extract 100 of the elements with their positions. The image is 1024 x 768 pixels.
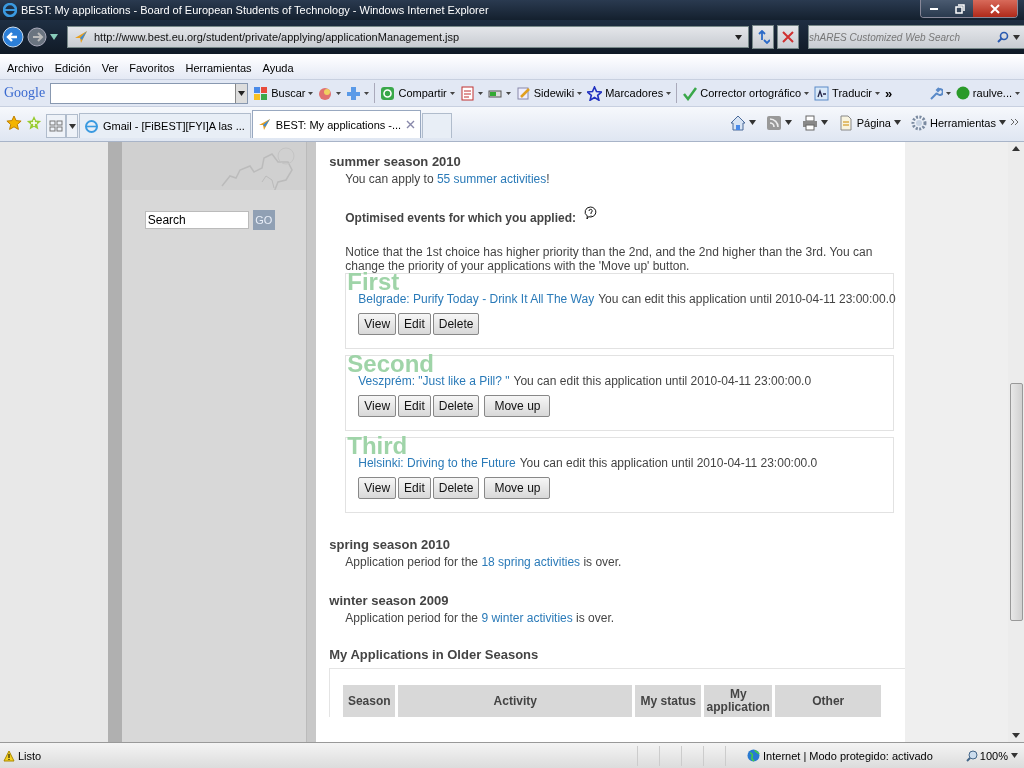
season-heading: summer season 2010: [329, 154, 462, 169]
refresh-icon: [756, 30, 770, 44]
grid-icon: [49, 120, 63, 132]
menu-item[interactable]: Favoritos: [129, 62, 175, 74]
event-link[interactable]: Belgrade: Purify Today - Drink It All The Way: [358, 292, 595, 306]
forward-button-icon[interactable]: [27, 27, 47, 47]
document-icon: [459, 85, 475, 101]
section-heading: Optimised events for which you applied:: [345, 211, 576, 225]
browser-logo-icon: [3, 3, 17, 17]
menu-item[interactable]: Herramientas: [185, 62, 252, 74]
action-button[interactable]: Move up: [484, 395, 551, 417]
caret-icon: [68, 123, 76, 129]
caret-icon[interactable]: [50, 34, 58, 40]
toolbar-button[interactable]: Página: [837, 114, 901, 131]
close-icon[interactable]: [406, 120, 416, 129]
search-field[interactable]: [50, 82, 249, 104]
close-button[interactable]: [973, 0, 1017, 17]
favorites-star-icon[interactable]: [6, 114, 22, 131]
event-link[interactable]: Helsinki: Driving to the Future: [358, 456, 516, 470]
feed-icon: [765, 114, 782, 131]
action-button[interactable]: Delete: [432, 477, 480, 499]
action-button[interactable]: View: [358, 477, 397, 499]
action-button[interactable]: Move up: [484, 477, 551, 499]
tab-list-button[interactable]: [66, 114, 78, 138]
search-field[interactable]: shARES Customized Web Search: [808, 25, 1024, 49]
status-dot-icon: [955, 86, 970, 100]
menu-item[interactable]: Ver: [101, 62, 119, 74]
activities-link[interactable]: 9 winter activities: [481, 611, 573, 625]
column-header: My status: [635, 685, 702, 717]
restore-button[interactable]: [947, 0, 973, 17]
scroll-thumb[interactable]: [1010, 383, 1023, 621]
action-button[interactable]: Edit: [398, 395, 431, 417]
action-button[interactable]: View: [358, 395, 397, 417]
toolbar-button[interactable]: Marcadores: [587, 85, 672, 101]
action-button[interactable]: Delete: [432, 313, 480, 335]
event-link[interactable]: Veszprém: "Just like a Pill? ": [358, 374, 510, 388]
toolbar-button[interactable]: Herramientas: [910, 114, 1006, 131]
toolbar-button[interactable]: Compartir: [380, 85, 455, 101]
browser-tab[interactable]: BEST: My applications -...: [251, 110, 422, 138]
search-icon: [253, 85, 269, 101]
printer-icon: [801, 114, 818, 131]
column-header: Season: [343, 685, 396, 717]
edit-note: You can edit this application until 2010-04-11 23:00:00.0: [598, 292, 896, 306]
checkmark-icon: [682, 85, 698, 101]
zoom-icon: [965, 749, 978, 762]
caret-icon[interactable]: [735, 34, 742, 40]
caret-icon[interactable]: [1011, 753, 1018, 758]
season-text: Application period for the 9 winter activities is over.: [344, 611, 616, 625]
page-icon: [837, 114, 854, 131]
menu-item[interactable]: Archivo: [7, 62, 44, 74]
star-icon: [587, 85, 603, 101]
toolbar-button[interactable]: Buscar: [253, 85, 314, 101]
season-heading: spring season 2010: [329, 537, 451, 552]
translate-icon: [814, 85, 830, 101]
zoom-button[interactable]: 100%: [965, 749, 1008, 762]
action-button[interactable]: Delete: [432, 395, 480, 417]
refresh-button[interactable]: [752, 25, 774, 49]
help-bubble-icon[interactable]: [584, 206, 597, 220]
site-icon: [257, 118, 271, 131]
back-button-icon[interactable]: [2, 26, 24, 48]
close-icon: [782, 31, 794, 43]
stop-button[interactable]: [777, 25, 799, 49]
share-icon: [380, 85, 396, 101]
season-text: You can apply to 55 summer activities!: [344, 172, 551, 186]
toolbar-icon-button[interactable]: [765, 114, 792, 131]
action-button[interactable]: Edit: [398, 313, 431, 335]
priority-label: First: [347, 274, 400, 290]
close-icon: [990, 3, 1000, 14]
minimize-button[interactable]: [921, 0, 947, 17]
browser-tab[interactable]: Gmail - [FiBEST][FYI]A las ...: [79, 113, 251, 138]
pencil-icon: [515, 85, 531, 101]
status-text: Listo: [18, 749, 42, 762]
caret-icon[interactable]: [238, 90, 246, 96]
globe-icon: [747, 749, 761, 762]
address-field[interactable]: http://www.best.eu.org/student/private/applying/applicationManagement.jsp: [67, 26, 749, 48]
action-button[interactable]: Edit: [398, 477, 431, 499]
activities-link[interactable]: 18 spring activities: [481, 555, 581, 569]
toolbar-icon-button[interactable]: [801, 114, 828, 131]
window-title: BEST: My applications - Board of European Students of Technology - Windows Internet Explorer: [21, 4, 490, 16]
browser-logo-icon: [85, 119, 98, 133]
more-button[interactable]: »: [885, 85, 893, 101]
gear-icon: [910, 114, 927, 131]
search-field[interactable]: Search: [144, 211, 249, 229]
edit-note: You can edit this application until 2010-04-11 23:00:00.0: [513, 374, 812, 388]
toolbar-button[interactable]: Corrector ortográfico: [682, 85, 810, 101]
action-button[interactable]: View: [358, 313, 397, 335]
scroll-up-icon: [1012, 146, 1021, 151]
priority-label: Second: [347, 356, 434, 372]
home-icon: [729, 114, 746, 131]
toolbar-button[interactable]: Traducir: [814, 85, 880, 101]
toolbar-icon-button[interactable]: [729, 114, 756, 131]
minimize-icon: [930, 7, 938, 10]
menu-item[interactable]: Edición: [54, 62, 91, 74]
column-header: Other: [775, 685, 882, 717]
account-button[interactable]: raulve...: [955, 86, 1020, 100]
season-text: Application period for the 18 spring activities is over.: [344, 555, 623, 569]
more-icon[interactable]: [1010, 117, 1020, 128]
toolbar-button[interactable]: Sidewiki: [515, 85, 583, 101]
scrollbar[interactable]: [1008, 142, 1024, 742]
menu-item[interactable]: Ayuda: [262, 62, 294, 74]
